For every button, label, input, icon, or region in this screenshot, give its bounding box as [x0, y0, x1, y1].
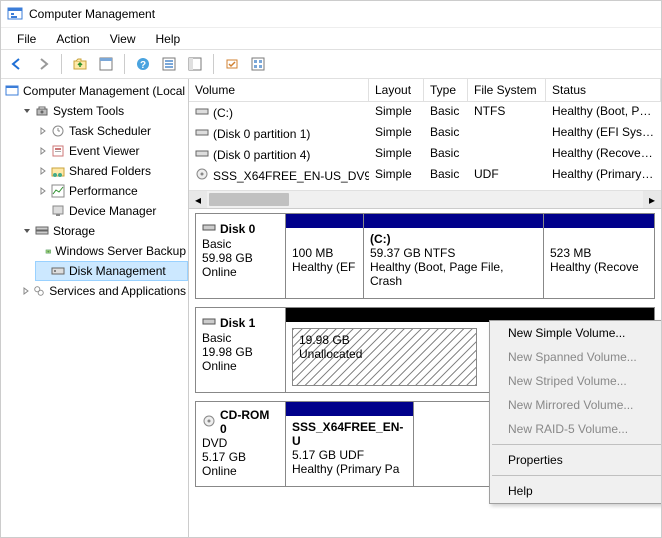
properties-button[interactable] [94, 52, 118, 76]
tree-label: Performance [69, 182, 138, 200]
tree-label: Event Viewer [69, 142, 139, 160]
chevron-right-icon[interactable] [37, 185, 49, 197]
volume-row[interactable]: SSS_X64FREE_EN-US_DV9 (D:) Simple Basic … [189, 165, 661, 186]
back-button[interactable] [5, 52, 29, 76]
tree-performance[interactable]: Performance [35, 181, 188, 201]
tree-windows-server-backup[interactable]: Windows Server Backup [35, 241, 188, 261]
menu-help[interactable]: Help [490, 479, 661, 503]
disk-graphical-view: Disk 0 Basic 59.98 GB Online 100 MB Heal… [189, 209, 661, 537]
separator [61, 54, 62, 74]
partition-unallocated[interactable]: 19.98 GB Unallocated New Simple Volume..… [286, 308, 654, 392]
settings-button[interactable] [183, 52, 207, 76]
volume-row[interactable]: (Disk 0 partition 1) Simple Basic Health… [189, 123, 661, 144]
scroll-right-arrow[interactable]: ▸ [643, 191, 661, 208]
menu-separator [492, 475, 661, 476]
partition[interactable]: 100 MB Healthy (EF [286, 214, 364, 298]
menu-properties[interactable]: Properties [490, 448, 661, 472]
chevron-down-icon[interactable] [21, 105, 33, 117]
disk-icon [202, 314, 216, 331]
chevron-right-icon[interactable] [37, 165, 49, 177]
partition-stripe [286, 402, 413, 416]
menu-new-striped-volume: New Striped Volume... [490, 369, 661, 393]
tree-task-scheduler[interactable]: Task Scheduler [35, 121, 188, 141]
drive-icon [195, 104, 209, 121]
disc-icon [202, 414, 216, 431]
help-button[interactable]: ? [131, 52, 155, 76]
volume-list-header: Volume Layout Type File System Status [189, 79, 661, 102]
menu-separator [492, 444, 661, 445]
col-filesystem[interactable]: File System [468, 79, 546, 101]
chevron-right-icon[interactable] [37, 125, 49, 137]
up-button[interactable] [68, 52, 92, 76]
menu-new-simple-volume[interactable]: New Simple Volume... [490, 321, 661, 345]
context-menu: New Simple Volume... New Spanned Volume.… [489, 320, 661, 504]
tree-storage[interactable]: Storage [19, 221, 188, 241]
separator [213, 54, 214, 74]
menu-new-raid5-volume: New RAID-5 Volume... [490, 417, 661, 441]
window-title: Computer Management [29, 7, 155, 21]
tree-root[interactable]: Computer Management (Local [3, 81, 188, 101]
menu-view[interactable]: View [100, 30, 146, 47]
drive-icon [195, 146, 209, 163]
tree-label: Disk Management [69, 262, 166, 280]
disk-row: Disk 0 Basic 59.98 GB Online 100 MB Heal… [195, 213, 655, 299]
tree-system-tools[interactable]: System Tools [19, 101, 188, 121]
disk-info[interactable]: Disk 0 Basic 59.98 GB Online [196, 214, 286, 298]
col-layout[interactable]: Layout [369, 79, 424, 101]
tree-label: Computer Management (Local [23, 82, 185, 100]
forward-button[interactable] [31, 52, 55, 76]
list-button[interactable] [246, 52, 270, 76]
partition[interactable]: SSS_X64FREE_EN-U 5.17 GB UDF Healthy (Pr… [286, 402, 414, 486]
chevron-right-icon[interactable] [37, 145, 49, 157]
col-volume[interactable]: Volume [189, 79, 369, 101]
tree-label: Windows Server Backup [55, 242, 186, 260]
menu-help[interactable]: Help [146, 30, 191, 47]
app-icon [7, 6, 23, 22]
disk-info[interactable]: Disk 1 Basic 19.98 GB Online [196, 308, 286, 392]
menu-action[interactable]: Action [46, 30, 99, 47]
disk-icon [202, 220, 216, 237]
menu-new-mirrored-volume: New Mirrored Volume... [490, 393, 661, 417]
scroll-left-arrow[interactable]: ◂ [189, 191, 207, 208]
partition-stripe [544, 214, 654, 228]
nav-tree: Computer Management (Local System Tools [1, 79, 189, 537]
partition-stripe [286, 214, 363, 228]
volume-list: Volume Layout Type File System Status (C… [189, 79, 661, 209]
refresh-button[interactable] [157, 52, 181, 76]
volume-row[interactable]: (C:) Simple Basic NTFS Healthy (Boot, Pa… [189, 102, 661, 123]
col-type[interactable]: Type [424, 79, 468, 101]
partition[interactable]: 523 MB Healthy (Recove [544, 214, 654, 298]
tree-disk-management[interactable]: Disk Management [35, 261, 188, 281]
tree-label: Storage [53, 222, 95, 240]
disk-info[interactable]: CD-ROM 0 DVD 5.17 GB Online [196, 402, 286, 486]
tree-label: Services and Applications [49, 282, 186, 300]
chevron-down-icon[interactable] [21, 225, 33, 237]
partition-stripe [364, 214, 543, 228]
action-button[interactable] [220, 52, 244, 76]
svg-text:?: ? [140, 60, 146, 71]
partition[interactable]: (C:) 59.37 GB NTFS Healthy (Boot, Page F… [364, 214, 544, 298]
menubar: File Action View Help [1, 27, 661, 49]
tree-label: Task Scheduler [69, 122, 151, 140]
disk-row: Disk 1 Basic 19.98 GB Online [195, 307, 655, 393]
tree-event-viewer[interactable]: Event Viewer [35, 141, 188, 161]
toolbar: ? [1, 49, 661, 79]
horizontal-scrollbar[interactable]: ◂ ▸ [189, 190, 661, 208]
titlebar: Computer Management [1, 1, 661, 27]
drive-icon [195, 125, 209, 142]
tree-label: Shared Folders [69, 162, 151, 180]
col-status[interactable]: Status [546, 79, 661, 101]
volume-row[interactable]: (Disk 0 partition 4) Simple Basic Health… [189, 144, 661, 165]
tree-label: Device Manager [69, 202, 156, 220]
tree-shared-folders[interactable]: Shared Folders [35, 161, 188, 181]
scroll-thumb[interactable] [209, 193, 289, 206]
menu-new-spanned-volume: New Spanned Volume... [490, 345, 661, 369]
chevron-right-icon[interactable] [21, 285, 31, 297]
tree-device-manager[interactable]: Device Manager [35, 201, 188, 221]
menu-file[interactable]: File [7, 30, 46, 47]
separator [124, 54, 125, 74]
tree-label: System Tools [53, 102, 124, 120]
disc-icon [195, 167, 209, 184]
tree-services-apps[interactable]: Services and Applications [19, 281, 188, 301]
